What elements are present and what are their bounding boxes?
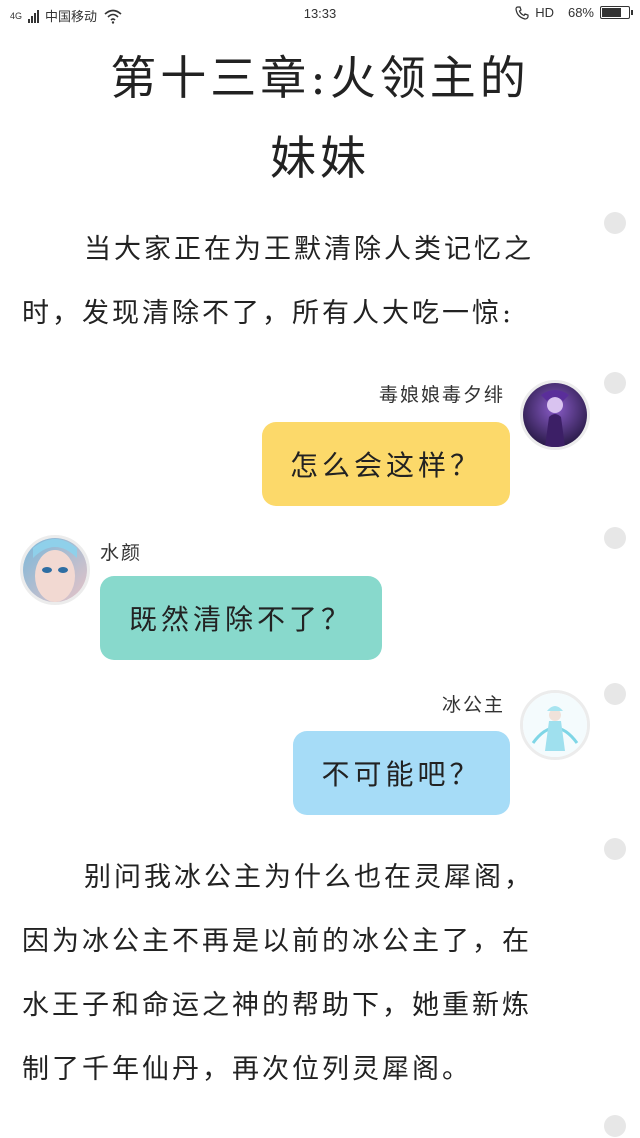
status-right: HD 68% bbox=[515, 5, 633, 20]
paragraph-body: 别问我冰公主为什么也在灵犀阁， 因为冰公主不再是以前的冰公主了，在 水王子和命运… bbox=[22, 846, 592, 1102]
paragraph-line: 制了千年仙丹，再次位列灵犀阁。 bbox=[22, 1054, 472, 1085]
scroll-dot bbox=[604, 838, 626, 860]
paragraph-line: 别问我冰公主为什么也在灵犀阁， bbox=[84, 862, 534, 893]
avatar-image bbox=[523, 383, 587, 447]
speaker-name: 水颜 bbox=[100, 542, 143, 564]
avatar[interactable] bbox=[520, 380, 590, 450]
scroll-dot bbox=[604, 212, 626, 234]
avatar[interactable] bbox=[20, 535, 90, 605]
battery-percent: 68% bbox=[567, 5, 594, 20]
hd-indicator: HD bbox=[535, 5, 554, 20]
battery-icon bbox=[600, 6, 633, 19]
avatar-image bbox=[523, 693, 587, 757]
paragraph-line: 时，发现清除不了，所有人大吃一惊: bbox=[22, 298, 515, 329]
chapter-title-line1: 第十三章:火领主的 bbox=[110, 51, 530, 105]
scroll-dot bbox=[604, 1115, 626, 1137]
speaker-name: 毒娘娘毒夕绯 bbox=[378, 384, 505, 406]
scroll-dot bbox=[604, 683, 626, 705]
chat-bubble: 怎么会这样？ bbox=[262, 422, 510, 506]
avatar-image bbox=[23, 538, 87, 602]
speaker-name: 冰公主 bbox=[441, 694, 505, 716]
phone-icon bbox=[515, 5, 529, 20]
paragraph-line: 因为冰公主不再是以前的冰公主了，在 bbox=[22, 926, 532, 957]
chapter-title: 第十三章:火领主的 妹妹 bbox=[0, 38, 640, 198]
status-bar: 4G 中国移动 13:33 HD 68% bbox=[0, 0, 640, 30]
scroll-dot bbox=[604, 527, 626, 549]
scroll-dot bbox=[604, 372, 626, 394]
chat-bubble: 不可能吧？ bbox=[293, 731, 510, 815]
paragraph-line: 当大家正在为王默清除人类记忆之 bbox=[84, 234, 534, 265]
paragraph-intro: 当大家正在为王默清除人类记忆之 时，发现清除不了，所有人大吃一惊: bbox=[22, 218, 592, 346]
chapter-title-line2: 妹妹 bbox=[270, 131, 370, 185]
paragraph-line: 水王子和命运之神的帮助下，她重新炼 bbox=[22, 990, 532, 1021]
avatar[interactable] bbox=[520, 690, 590, 760]
chat-bubble: 既然清除不了？ bbox=[100, 576, 382, 660]
